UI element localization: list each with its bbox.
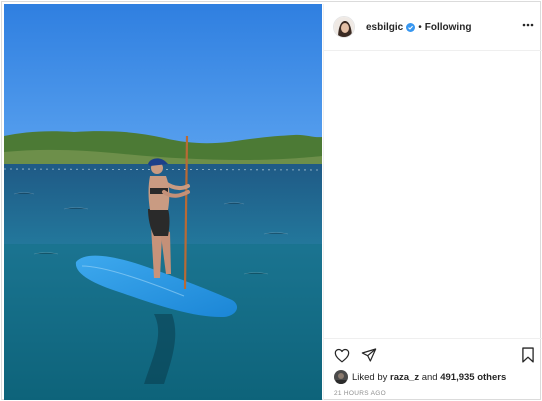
header-separator: • xyxy=(418,21,422,33)
more-options-icon[interactable] xyxy=(522,23,534,27)
post-timestamp[interactable]: 21 HOURS AGO xyxy=(334,390,386,397)
post-card: esbilgic • Following Liked by raza_z and… xyxy=(1,1,542,400)
following-button[interactable]: Following xyxy=(425,22,472,33)
likes-prefix: Liked by xyxy=(352,371,388,383)
author-username[interactable]: esbilgic xyxy=(366,22,403,33)
paddleboard-photo xyxy=(4,4,322,400)
post-side-panel: esbilgic • Following Liked by raza_z and… xyxy=(323,4,542,400)
post-header: esbilgic • Following xyxy=(324,4,542,51)
liker-username[interactable]: raza_z xyxy=(390,372,419,383)
liker-avatar[interactable] xyxy=(334,370,348,384)
verified-badge-icon xyxy=(406,22,416,32)
bookmark-icon[interactable] xyxy=(521,347,535,363)
post-photo[interactable] xyxy=(4,4,322,400)
heart-icon[interactable] xyxy=(334,348,350,363)
share-icon[interactable] xyxy=(361,347,377,363)
post-actions: Liked by raza_z and 491,935 others 21 HO… xyxy=(324,338,542,400)
likes-count-link[interactable]: 491,935 others xyxy=(440,372,506,383)
likes-summary: Liked by raza_z and 491,935 others xyxy=(334,370,506,384)
likes-conjunction: and xyxy=(421,371,438,383)
author-avatar[interactable] xyxy=(333,16,355,38)
comments-area xyxy=(324,52,542,338)
